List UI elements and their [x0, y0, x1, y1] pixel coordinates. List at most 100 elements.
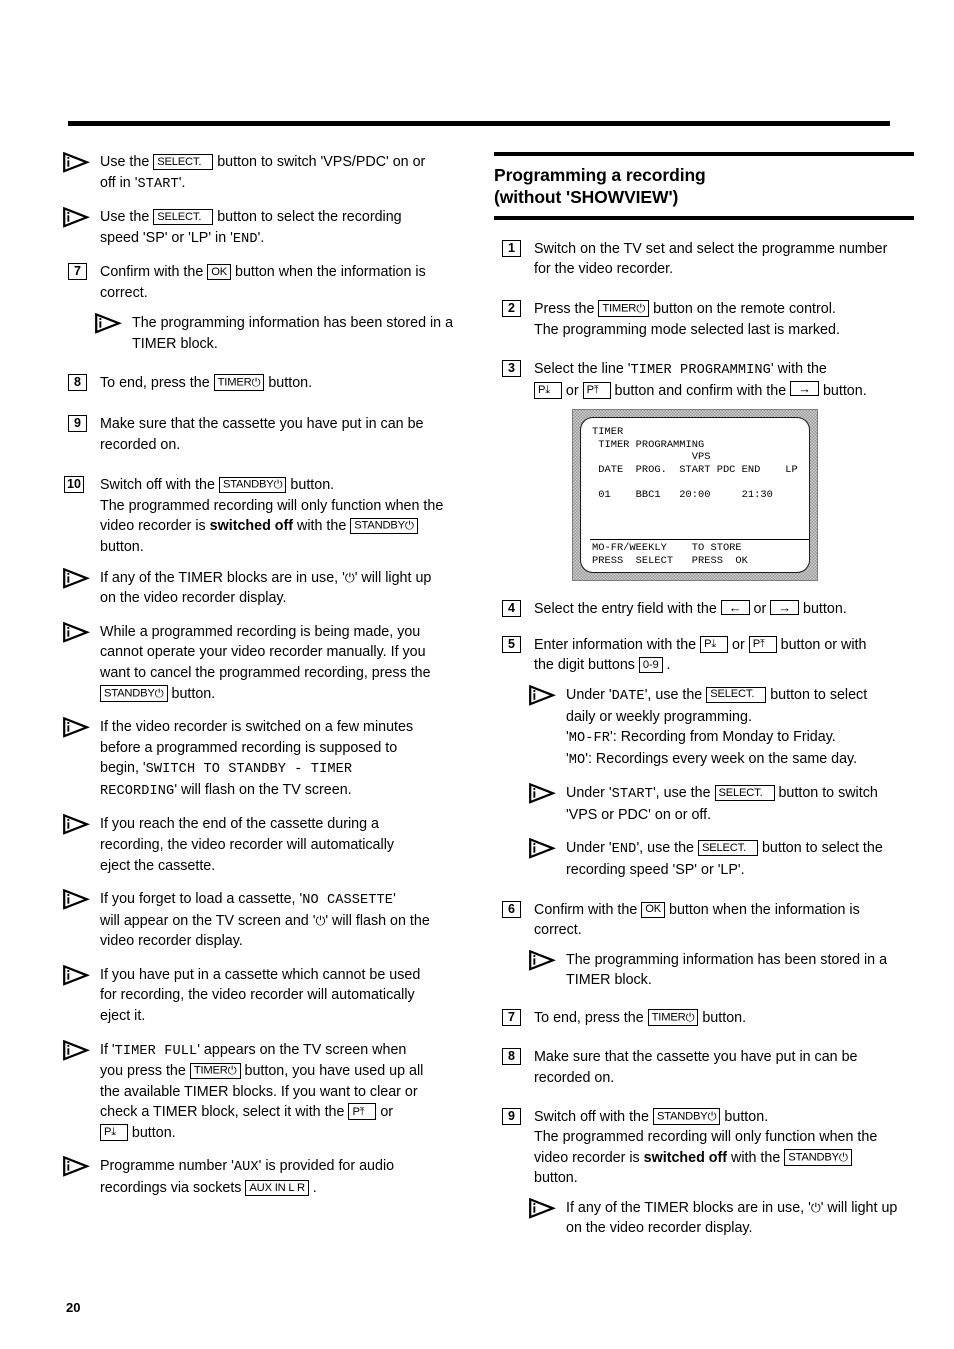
text-fragment: with the — [727, 1149, 785, 1166]
select-button-key[interactable]: SELECT. — [697, 840, 758, 857]
text-fragment: recording speed 'SP' or 'LP'. — [566, 861, 745, 878]
step-number: 2 — [502, 299, 521, 317]
text-fragment: '. — [257, 229, 265, 246]
select-button-key[interactable]: SELECT. — [153, 209, 214, 226]
aux-in-socket-key[interactable]: AUX IN L R — [245, 1180, 309, 1197]
text-fragment: '. — [178, 174, 186, 191]
text-fragment: To end, press the — [534, 1009, 648, 1026]
text-fragment: ') — [668, 187, 679, 208]
text-fragment: Use the — [100, 209, 154, 226]
info-triangle-icon — [528, 949, 556, 971]
text-fragment: Programme number ' — [100, 1158, 234, 1175]
select-button-key[interactable]: SELECT. — [706, 686, 767, 703]
note-text: If you reach the end of the cassette dur… — [100, 814, 480, 876]
note-no-cassette: If you forget to load a cassette, 'NO CA… — [60, 889, 480, 952]
standby-button-key[interactable]: STANDBY⏻ — [784, 1149, 852, 1166]
key-label: P — [752, 638, 760, 651]
text-fragment: Switch on the TV set and select the prog… — [534, 240, 888, 257]
note-cassette-cannot-record: If you have put in a cassette which cann… — [60, 964, 480, 1027]
standby-button-key[interactable]: STANDBY⏻ — [652, 1108, 721, 1125]
power-icon: ⏻ — [344, 569, 355, 585]
text-fragment: or — [561, 382, 583, 399]
standby-button-key[interactable]: STANDBY⏻ — [350, 517, 418, 535]
step-text: To end, press the TIMER⏻ button. — [100, 373, 480, 394]
arrow-up-icon: ⤒ — [593, 383, 599, 397]
text-fragment: on the video recorder display. — [100, 590, 287, 607]
text-fragment: video recorder is — [534, 1149, 644, 1166]
p-down-button-key[interactable]: P⤓ — [534, 381, 562, 399]
p-up-button-key[interactable]: P⤒ — [748, 635, 777, 653]
emphasis-text: switched off — [643, 1149, 728, 1166]
timer-button-key[interactable]: TIMER⏻ — [213, 374, 265, 391]
note-stored-in-timer-block: The programming information has been sto… — [94, 313, 480, 354]
text-fragment: the digit buttons — [534, 657, 639, 674]
power-icon: ⏻ — [838, 1149, 848, 1164]
heading-rule-top — [494, 152, 914, 156]
text-fragment: Confirm with the — [100, 264, 208, 281]
key-label: P — [586, 384, 594, 397]
power-icon: ⏻ — [273, 477, 283, 492]
text-fragment: button. — [100, 539, 144, 556]
osd-word: MO-FR — [568, 731, 611, 747]
osd-word: DATE — [611, 688, 645, 704]
text-fragment: daily or weekly programming. — [566, 708, 752, 725]
select-button-key[interactable]: SELECT. — [153, 154, 214, 170]
osd-word: RECORDING — [100, 783, 175, 799]
timer-button-key[interactable]: TIMER⏻ — [647, 1009, 699, 1026]
step-text: Confirm with the OK button when the info… — [100, 262, 480, 303]
note-text: Programme number 'AUX' is provided for a… — [100, 1156, 480, 1198]
text-fragment: Select the line ' — [534, 361, 631, 378]
power-icon: ⏻ — [251, 374, 261, 389]
info-triangle-icon — [62, 567, 90, 589]
text-fragment: ' will light up — [820, 1199, 898, 1216]
text-fragment: for the video recorder. — [534, 261, 674, 278]
ok-button-key[interactable]: OK — [641, 901, 666, 918]
arrow-right-button-key[interactable]: → — [770, 599, 800, 615]
osd-word: NO CASSETTE — [302, 893, 394, 909]
arrow-up-icon: ⤒ — [359, 1104, 365, 1118]
arrow-down-icon: ⤓ — [711, 637, 717, 651]
arrow-right-button-key[interactable]: → — [790, 381, 819, 397]
info-triangle-icon — [62, 1039, 90, 1061]
power-icon: ⏻ — [315, 912, 326, 928]
p-up-button-key[interactable]: P⤒ — [348, 1103, 377, 1121]
step-text: Select the entry field with the ← or → b… — [534, 599, 914, 620]
note-text: If any of the TIMER blocks are in use, '… — [100, 568, 480, 609]
p-down-button-key[interactable]: P⤓ — [700, 635, 729, 653]
power-icon: ⏻ — [810, 1199, 821, 1215]
text-fragment: or — [728, 636, 749, 653]
standby-button-key[interactable]: STANDBY⏻ — [218, 476, 287, 494]
arrow-left-button-key[interactable]: ← — [720, 599, 750, 615]
step-8: 8 Make sure that the cassette you have p… — [494, 1047, 914, 1088]
text-fragment: The programming mode selected last is ma… — [534, 321, 840, 338]
osd-word: START — [137, 176, 179, 192]
standby-button-key[interactable]: STANDBY⏻ — [100, 685, 168, 702]
ok-button-key[interactable]: OK — [207, 264, 232, 281]
page-top-rule — [68, 121, 890, 126]
key-label: TIMER — [651, 1011, 686, 1024]
power-icon: ⏻ — [154, 685, 164, 700]
p-down-button-key[interactable]: P⤓ — [100, 1123, 128, 1141]
power-icon: ⏻ — [707, 1108, 717, 1123]
digit-buttons-key[interactable]: 0-9 — [638, 657, 663, 674]
step-text: Enter information with the P⤓ or P⤒ butt… — [534, 635, 914, 676]
osd-word: MO — [568, 752, 586, 768]
select-button-key[interactable]: SELECT. — [714, 785, 775, 802]
arrow-down-icon: ⤓ — [111, 1125, 116, 1139]
emphasis-text: switched off — [209, 518, 294, 535]
text-fragment: Under ' — [566, 840, 612, 857]
text-fragment: button. — [127, 1124, 176, 1141]
text-fragment: or — [376, 1104, 394, 1121]
info-triangle-icon — [528, 1197, 556, 1219]
timer-button-key[interactable]: TIMER⏻ — [189, 1062, 241, 1080]
p-up-button-key[interactable]: P⤒ — [582, 381, 611, 399]
text-fragment: button. — [167, 685, 216, 702]
note-stored-in-timer-block: The programming information has been sto… — [528, 949, 914, 991]
text-fragment: button. — [534, 1170, 578, 1187]
note-text: Use the SELECT. button to select the rec… — [100, 207, 480, 249]
osd-word: TIMER FULL — [114, 1043, 198, 1059]
text-fragment: If any of the TIMER blocks are in use, ' — [100, 569, 345, 586]
two-column-body: Use the SELECT. button to switch 'VPS/PD… — [0, 152, 954, 1252]
timer-button-key[interactable]: TIMER⏻ — [598, 300, 650, 317]
text-fragment: The programming information has been sto… — [132, 315, 454, 332]
